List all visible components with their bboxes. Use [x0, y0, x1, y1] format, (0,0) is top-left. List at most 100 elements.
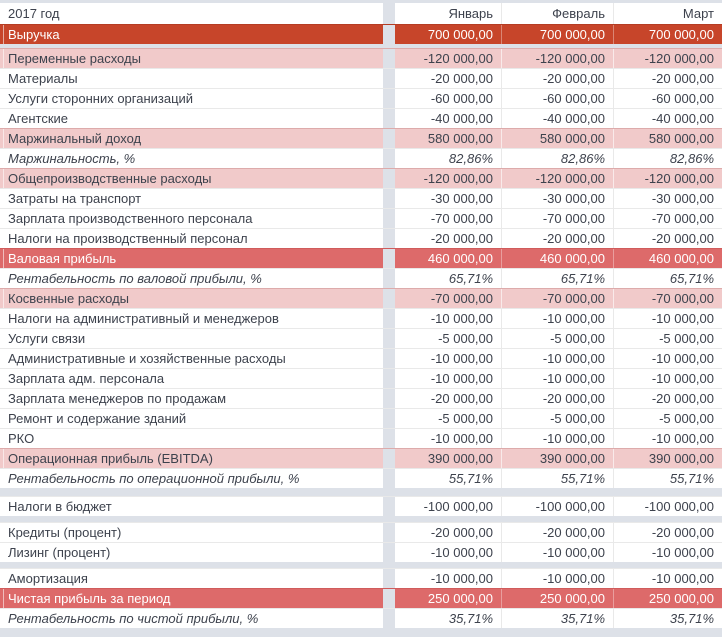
row-label-cell[interactable]: Налоги на административный и менеджеров — [4, 309, 383, 328]
row-label-cell[interactable]: Кредиты (процент) — [4, 523, 383, 542]
value-cell[interactable]: -60 000,00 — [395, 89, 501, 108]
row-label-cell[interactable]: Зарплата производственного персонала — [4, 209, 383, 228]
value-cell[interactable]: -10 000,00 — [613, 349, 722, 368]
value-cell[interactable]: -20 000,00 — [613, 69, 722, 88]
value-cell[interactable]: -20 000,00 — [395, 69, 501, 88]
value-cell[interactable]: -70 000,00 — [613, 209, 722, 228]
value-cell[interactable]: 390 000,00 — [501, 449, 613, 468]
row-label-cell[interactable]: Зарплата адм. персонала — [4, 369, 383, 388]
value-cell[interactable]: -100 000,00 — [613, 497, 722, 516]
row-label-cell[interactable]: Валовая прибыль — [4, 249, 383, 268]
row-label-cell[interactable]: Рентабельность по чистой прибыли, % — [4, 609, 383, 628]
row-label-cell[interactable]: Косвенные расходы — [4, 289, 383, 308]
value-cell[interactable]: 82,86% — [395, 149, 501, 168]
value-cell[interactable]: 55,71% — [613, 469, 722, 488]
value-cell[interactable]: -120 000,00 — [501, 49, 613, 68]
value-cell[interactable]: 390 000,00 — [395, 449, 501, 468]
value-cell[interactable]: -10 000,00 — [613, 543, 722, 562]
month-header-cell[interactable]: Февраль — [501, 3, 613, 24]
row-label-cell[interactable]: Налоги в бюджет — [4, 497, 383, 516]
value-cell[interactable]: 250 000,00 — [395, 589, 501, 608]
value-cell[interactable]: -120 000,00 — [395, 169, 501, 188]
value-cell[interactable]: 35,71% — [395, 609, 501, 628]
value-cell[interactable]: -10 000,00 — [613, 369, 722, 388]
row-label-cell[interactable]: Ремонт и содержание зданий — [4, 409, 383, 428]
value-cell[interactable]: 580 000,00 — [501, 129, 613, 148]
value-cell[interactable]: -20 000,00 — [501, 229, 613, 248]
value-cell[interactable]: -30 000,00 — [501, 189, 613, 208]
value-cell[interactable]: -20 000,00 — [395, 229, 501, 248]
value-cell[interactable]: -10 000,00 — [395, 429, 501, 448]
value-cell[interactable]: -70 000,00 — [395, 209, 501, 228]
row-label-cell[interactable]: Чистая прибыль за период — [4, 589, 383, 608]
row-label-cell[interactable]: Маржинальность, % — [4, 149, 383, 168]
value-cell[interactable]: -10 000,00 — [501, 349, 613, 368]
value-cell[interactable]: -10 000,00 — [501, 429, 613, 448]
row-label-cell[interactable]: Выручка — [4, 25, 383, 44]
value-cell[interactable]: -40 000,00 — [501, 109, 613, 128]
value-cell[interactable]: -20 000,00 — [501, 389, 613, 408]
value-cell[interactable]: 250 000,00 — [501, 589, 613, 608]
row-label-cell[interactable]: Операционная прибыль (EBITDA) — [4, 449, 383, 468]
value-cell[interactable]: 700 000,00 — [501, 25, 613, 44]
value-cell[interactable]: -5 000,00 — [501, 409, 613, 428]
row-label-cell[interactable]: Материалы — [4, 69, 383, 88]
value-cell[interactable]: -60 000,00 — [613, 89, 722, 108]
row-label-cell[interactable]: Агентские — [4, 109, 383, 128]
row-label-cell[interactable]: Услуги сторонних организаций — [4, 89, 383, 108]
value-cell[interactable]: -100 000,00 — [395, 497, 501, 516]
row-label-cell[interactable]: Административные и хозяйственные расходы — [4, 349, 383, 368]
row-label-cell[interactable]: Общепроизводственные расходы — [4, 169, 383, 188]
row-label-cell[interactable]: Рентабельность по операционной прибыли, … — [4, 469, 383, 488]
value-cell[interactable]: -100 000,00 — [501, 497, 613, 516]
value-cell[interactable]: -70 000,00 — [501, 289, 613, 308]
value-cell[interactable]: -10 000,00 — [395, 569, 501, 588]
value-cell[interactable]: -10 000,00 — [395, 309, 501, 328]
row-label-cell[interactable]: Зарплата менеджеров по продажам — [4, 389, 383, 408]
value-cell[interactable]: -120 000,00 — [501, 169, 613, 188]
value-cell[interactable]: -40 000,00 — [613, 109, 722, 128]
value-cell[interactable]: -10 000,00 — [613, 429, 722, 448]
value-cell[interactable]: -5 000,00 — [395, 409, 501, 428]
value-cell[interactable]: -5 000,00 — [501, 329, 613, 348]
value-cell[interactable]: 82,86% — [501, 149, 613, 168]
row-label-cell[interactable]: Переменные расходы — [4, 49, 383, 68]
value-cell[interactable]: -120 000,00 — [395, 49, 501, 68]
value-cell[interactable]: -70 000,00 — [501, 209, 613, 228]
value-cell[interactable]: -10 000,00 — [501, 543, 613, 562]
row-label-cell[interactable]: Налоги на производственный персонал — [4, 229, 383, 248]
value-cell[interactable]: -10 000,00 — [613, 569, 722, 588]
value-cell[interactable]: -20 000,00 — [395, 523, 501, 542]
value-cell[interactable]: 460 000,00 — [613, 249, 722, 268]
value-cell[interactable]: -120 000,00 — [613, 169, 722, 188]
value-cell[interactable]: -20 000,00 — [613, 229, 722, 248]
value-cell[interactable]: -70 000,00 — [613, 289, 722, 308]
value-cell[interactable]: -20 000,00 — [613, 523, 722, 542]
row-label-cell[interactable]: РКО — [4, 429, 383, 448]
value-cell[interactable]: 460 000,00 — [395, 249, 501, 268]
value-cell[interactable]: 580 000,00 — [395, 129, 501, 148]
value-cell[interactable]: -70 000,00 — [395, 289, 501, 308]
value-cell[interactable]: -10 000,00 — [501, 369, 613, 388]
value-cell[interactable]: 700 000,00 — [613, 25, 722, 44]
month-header-cell[interactable]: Март — [613, 3, 722, 24]
value-cell[interactable]: 390 000,00 — [613, 449, 722, 468]
value-cell[interactable]: 700 000,00 — [395, 25, 501, 44]
row-label-cell[interactable]: Рентабельность по валовой прибыли, % — [4, 269, 383, 288]
value-cell[interactable]: 250 000,00 — [613, 589, 722, 608]
value-cell[interactable]: 460 000,00 — [501, 249, 613, 268]
value-cell[interactable]: -10 000,00 — [613, 309, 722, 328]
value-cell[interactable]: -10 000,00 — [501, 569, 613, 588]
value-cell[interactable]: -40 000,00 — [395, 109, 501, 128]
value-cell[interactable]: -30 000,00 — [613, 189, 722, 208]
value-cell[interactable]: -10 000,00 — [395, 349, 501, 368]
row-label-cell[interactable]: Лизинг (процент) — [4, 543, 383, 562]
year-label-cell[interactable]: 2017 год — [4, 3, 383, 24]
value-cell[interactable]: -10 000,00 — [395, 369, 501, 388]
value-cell[interactable]: -5 000,00 — [613, 329, 722, 348]
value-cell[interactable]: 55,71% — [501, 469, 613, 488]
value-cell[interactable]: -10 000,00 — [395, 543, 501, 562]
row-label-cell[interactable]: Маржинальный доход — [4, 129, 383, 148]
value-cell[interactable]: -10 000,00 — [501, 309, 613, 328]
value-cell[interactable]: 65,71% — [501, 269, 613, 288]
